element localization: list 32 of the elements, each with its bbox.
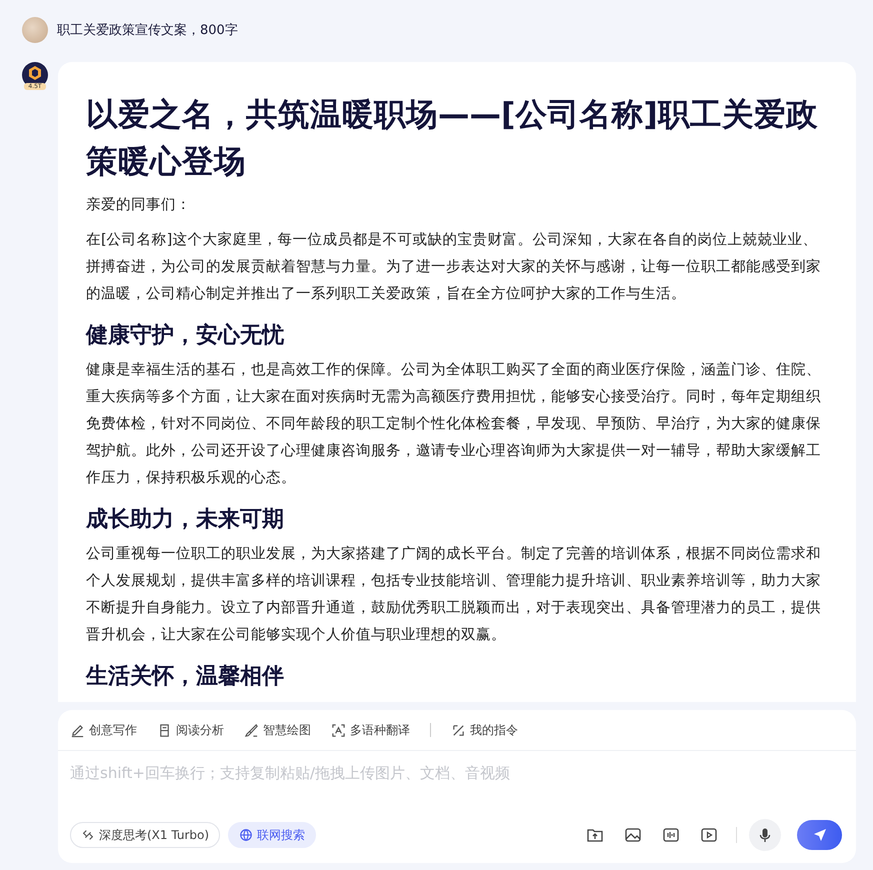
image-icon[interactable] — [624, 826, 642, 844]
section-heading: 生活关怀，温馨相伴 — [86, 663, 285, 691]
section-heading: 成长助力，未来可期 — [86, 506, 285, 534]
microphone-button[interactable] — [749, 819, 781, 851]
video-icon[interactable] — [700, 826, 718, 844]
user-avatar — [22, 17, 48, 43]
user-message: 职工关爱政策宣传文案，800字 — [57, 22, 238, 39]
paragraph: 亲爱的同事们： — [86, 196, 192, 215]
microphone-icon — [757, 827, 773, 843]
tool-button[interactable]: 阅读分析 — [157, 722, 224, 738]
globe-icon — [239, 828, 254, 842]
mode-toggle[interactable]: 深度思考(X1 Turbo) — [70, 822, 220, 848]
tool-button[interactable]: 我的指令 — [451, 722, 518, 738]
logo-icon — [27, 65, 43, 81]
tool-button[interactable]: 多语种翻译 — [331, 722, 410, 738]
audio-icon[interactable] — [662, 826, 680, 844]
mode-toggle[interactable]: 联网搜索 — [228, 822, 316, 848]
tool-button[interactable]: 智慧绘图 — [244, 722, 311, 738]
translate-icon — [331, 722, 346, 738]
document-icon — [157, 722, 172, 738]
send-button[interactable] — [797, 820, 842, 850]
tool-button[interactable]: 创意写作 — [70, 722, 137, 738]
send-icon — [812, 827, 828, 843]
link-icon — [81, 828, 95, 842]
paragraph: 公司重视每一位职工的职业发展，为大家搭建了广阔的成长平台。制定了完善的培训体系，根据不同岗位需求和个人发展规划，提供丰富多样的培训课程，包括专业技能培训、管理能力提升培训、职业素养培训等，助力大家不断提升自身能力。设立了内部晋升通道，鼓励优秀职工脱颖而出，对于表现突出、具备管理潜力的员工，提供晋升机会，让大家在公司能够实现个人价值与职业理想的双赢。 — [86, 544, 822, 645]
article-title: 以爱之名，共筑温暖职场——[公司名称]职工关爱政策暖心登场 — [86, 96, 819, 182]
section-heading: 健康守护，安心无忧 — [86, 322, 285, 350]
brush-icon — [244, 722, 259, 738]
paragraph: 健康是幸福生活的基石，也是高效工作的保障。公司为全体职工购买了全面的商业医疗保险，涵盖门诊、住院、重大疾病等多个方面，让大家在面对疾病时无需为高额医疗费用担忧，能够安心接受治疗。同时，每年定期组织免费体检，针对不同岗位、不同年龄段的职工定制个性化体检套餐，早发现、早预防、早治疗，为大家的健康保驾护航。此外，公司还开设了心理健康咨询服务，邀请专业心理咨询师为大家提供一对一辅导，帮助大家缓解工作压力，保持积极乐观的心态。 — [86, 360, 822, 488]
pen-icon — [70, 722, 85, 738]
paragraph: 在[公司名称]这个大家庭里，每一位成员都是不可或缺的宝贵财富。公司深知，大家在各自的岗位上兢兢业业、拼搏奋进，为公司的发展贡献着智慧与力量。为了进一步表达对大家的关怀与感谢，让每一位职工都能感受到家的温暖，公司精心制定并推出了一系列职工关爱政策，旨在全方位呵护大家的工作与生活。 — [86, 230, 822, 304]
command-icon — [451, 722, 466, 738]
